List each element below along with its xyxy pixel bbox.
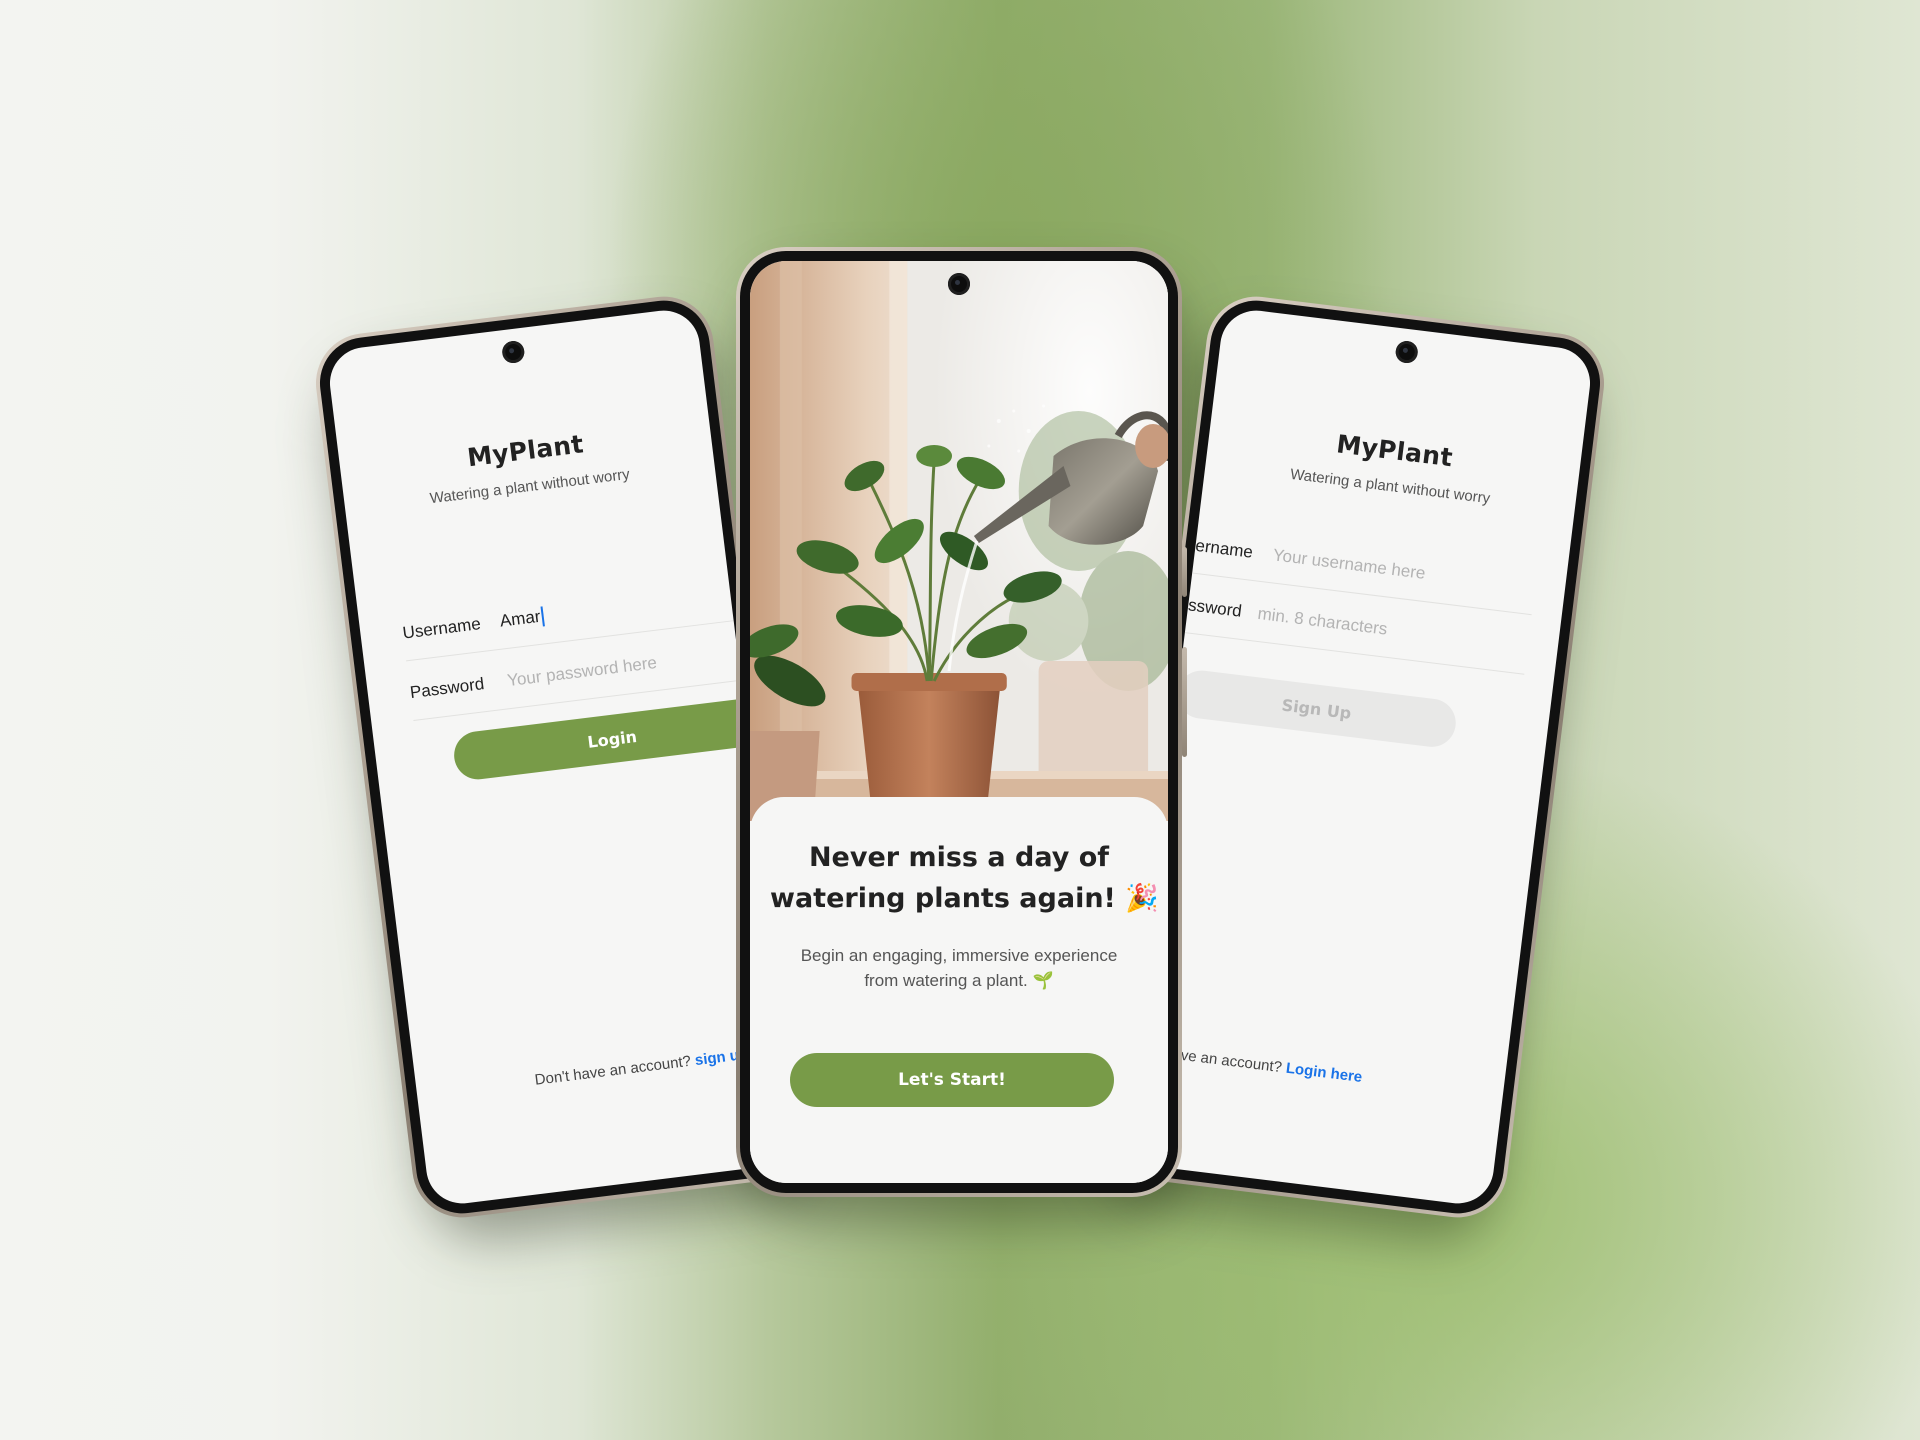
username-input[interactable]: Amar [499,606,545,632]
subtitle-line-1: Begin an engaging, immersive experience [800,946,1118,965]
signup-screen: MyPlant Watering a plant without worry e… [1119,306,1595,1208]
phone-bezel: MyPlant Watering a plant without worry e… [1108,295,1606,1219]
username-label: ername [1194,535,1254,562]
headline-line-1: Never miss a day of [808,842,1110,873]
username-value: Amar [498,606,542,631]
password-label: Password [408,674,486,703]
subtitle-line-2: from watering a plant. [864,971,1028,990]
welcome-subtitle: Begin an engaging, immersive experience … [780,943,1138,993]
front-camera-icon [948,273,970,295]
lets-start-button[interactable]: Let's Start! [790,1053,1114,1107]
username-input[interactable] [1271,545,1537,598]
password-input[interactable] [506,643,739,692]
signup-prompt-text: Don't have an account? [533,1052,692,1089]
welcome-phone: Never miss a day of watering plants agai… [736,247,1187,1197]
front-camera-icon [501,339,526,365]
seedling-icon: 🌱 [1032,971,1054,990]
plant-watering-photo [750,261,1168,821]
login-link[interactable]: Login here [1285,1060,1363,1086]
password-input[interactable] [1256,603,1529,657]
username-label: Username [401,614,482,643]
password-label: ssword [1187,595,1243,621]
welcome-card: Never miss a day of watering plants agai… [750,797,1168,1183]
login-screen: MyPlant Watering a plant without worry U… [325,306,801,1208]
signup-button[interactable]: Sign Up [1174,667,1459,750]
front-camera-icon [1394,339,1419,365]
power-button [1182,547,1187,597]
party-popper-icon: 🎉 [1125,883,1159,914]
headline-line-2: watering plants again! [770,883,1116,914]
phone-bezel: Never miss a day of watering plants agai… [740,251,1178,1193]
welcome-screen: Never miss a day of watering plants agai… [750,261,1168,1183]
volume-button [1182,647,1187,757]
welcome-headline: Never miss a day of watering plants agai… [770,837,1159,919]
